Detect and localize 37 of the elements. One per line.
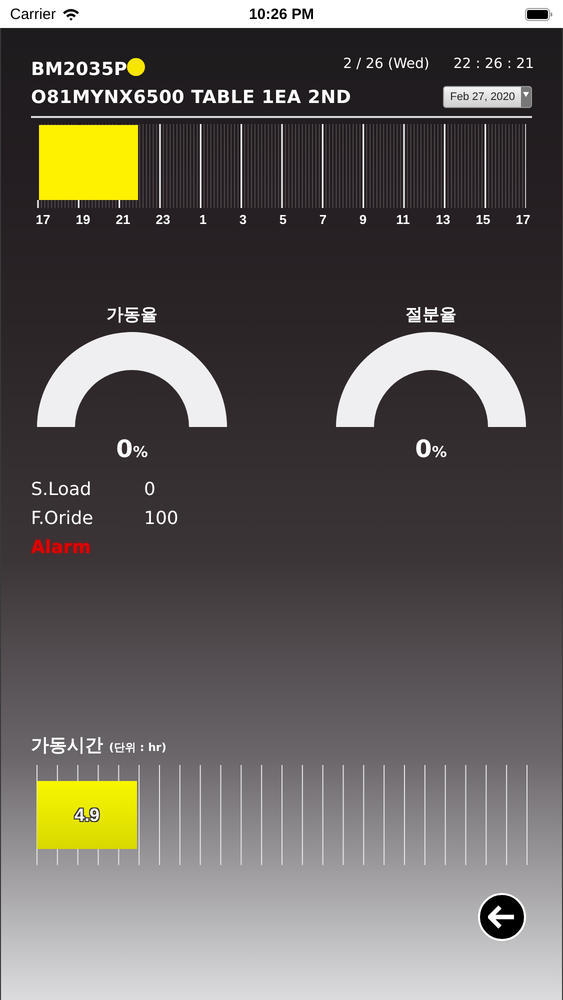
- hour-label: 5: [278, 212, 288, 227]
- hour-label: 9: [358, 212, 368, 227]
- hour-label: 3: [238, 212, 248, 227]
- readout-value: 0: [144, 478, 156, 500]
- alarm-label: Alarm: [31, 536, 91, 558]
- battery-icon: [525, 8, 553, 20]
- runtime-title: 가동시간: [31, 734, 103, 757]
- back-button[interactable]: [478, 893, 526, 941]
- hour-label: 7: [318, 212, 328, 227]
- gauge-title: 절분율: [406, 304, 456, 326]
- status-time: 10:26 PM: [248, 6, 316, 22]
- machine-name: BM2035P: [31, 59, 128, 80]
- hour-label: 23: [154, 212, 172, 227]
- hour-label: 21: [114, 212, 132, 227]
- bar-value: 4.9: [74, 804, 100, 826]
- program-name: O81MYNX6500 TABLE 1EA 2ND: [31, 86, 352, 108]
- caret-icon: [523, 92, 529, 97]
- hour-label: 13: [434, 212, 452, 227]
- hour-label: 15: [474, 212, 492, 227]
- hour-label: 17: [34, 212, 52, 227]
- clock-text: 22 : 26 : 21: [453, 56, 534, 72]
- wifi-icon: [62, 8, 80, 20]
- readout-label: F.Oride: [31, 508, 94, 528]
- gauge-reading: 0%: [415, 435, 447, 463]
- unit-label: (단위 : hr): [109, 740, 166, 755]
- hour-label: 11: [395, 212, 411, 227]
- readout-value: 100: [144, 508, 178, 528]
- arrow-left-icon: [488, 905, 516, 929]
- hour-label: 17: [514, 212, 532, 227]
- hour-label: 1: [198, 212, 208, 227]
- date-picker[interactable]: Feb 27, 2020: [443, 86, 532, 108]
- readout-label: S.Load: [31, 478, 92, 500]
- date-text: 2 / 26 (Wed): [343, 56, 430, 72]
- carrier-name: Carrier: [10, 6, 56, 22]
- gauge-title: 가동율: [106, 304, 158, 326]
- gauge-reading: 0%: [116, 435, 148, 463]
- hour-label: 19: [74, 212, 92, 227]
